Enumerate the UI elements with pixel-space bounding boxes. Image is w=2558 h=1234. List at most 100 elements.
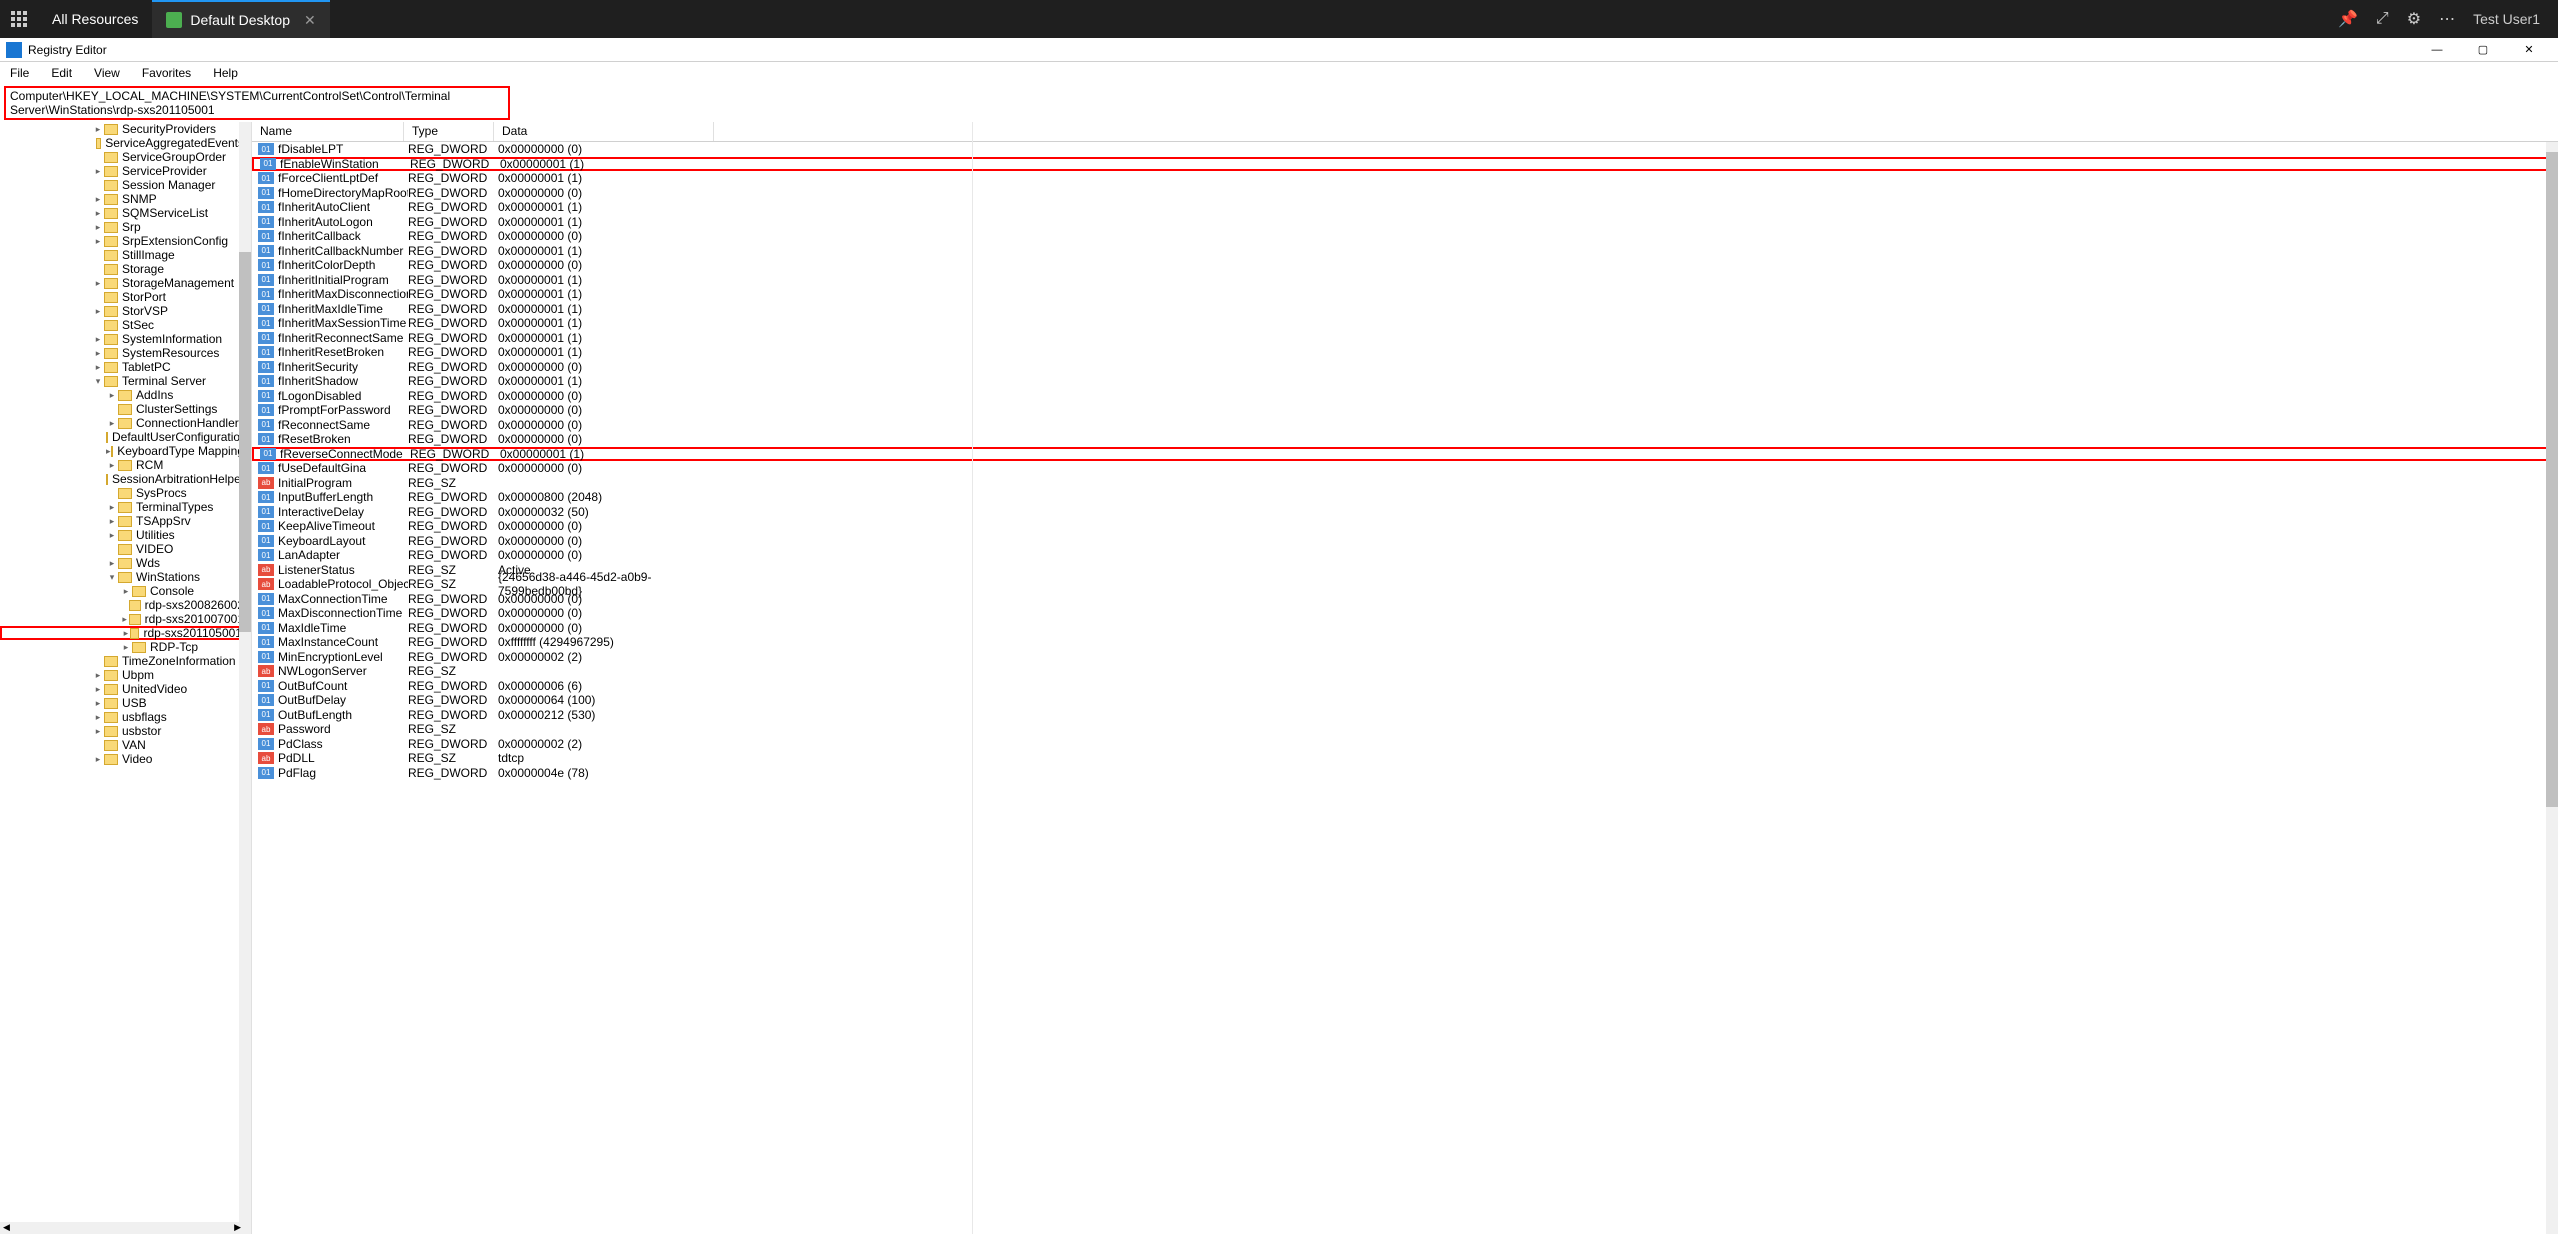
value-row[interactable]: 01OutBufLengthREG_DWORD0x00000212 (530) [252,708,2558,723]
tree-item[interactable]: ▸Ubpm [0,668,244,682]
value-row[interactable]: 01fResetBrokenREG_DWORD0x00000000 (0) [252,432,2558,447]
value-row[interactable]: 01fInheritReconnectSameREG_DWORD0x000000… [252,331,2558,346]
value-row[interactable]: 01PdFlagREG_DWORD0x0000004e (78) [252,766,2558,781]
gear-icon[interactable]: ⚙ [2407,9,2421,29]
value-row[interactable]: 01fPromptForPasswordREG_DWORD0x00000000 … [252,403,2558,418]
chevron-right-icon[interactable]: ▸ [106,502,118,513]
value-row[interactable]: 01fDisableLPTREG_DWORD0x00000000 (0) [252,142,2558,157]
tree-item[interactable]: ▸ConnectionHandler [0,416,244,430]
value-row[interactable]: 01fUseDefaultGinaREG_DWORD0x00000000 (0) [252,461,2558,476]
tree-item[interactable]: ▾WinStations [0,570,244,584]
tree-item[interactable]: ▸Video [0,752,244,766]
tab-default-desktop[interactable]: Default Desktop ✕ [152,0,329,38]
value-row[interactable]: 01fInheritAutoLogonREG_DWORD0x00000001 (… [252,215,2558,230]
tree-item[interactable]: SessionArbitrationHelper [0,472,244,486]
tree-item[interactable]: ▸SystemResources [0,346,244,360]
value-row[interactable]: 01fHomeDirectoryMapRootREG_DWORD0x000000… [252,186,2558,201]
values-list[interactable]: 01fDisableLPTREG_DWORD0x00000000 (0)01fE… [252,142,2558,1234]
value-row[interactable]: 01KeyboardLayoutREG_DWORD0x00000000 (0) [252,534,2558,549]
value-row[interactable]: 01KeepAliveTimeoutREG_DWORD0x00000000 (0… [252,519,2558,534]
menu-file[interactable]: File [6,64,33,82]
tree-item[interactable]: Storage [0,262,244,276]
value-row[interactable]: 01PdClassREG_DWORD0x00000002 (2) [252,737,2558,752]
chevron-down-icon[interactable]: ▾ [106,572,118,583]
menu-view[interactable]: View [90,64,124,82]
all-resources-button[interactable]: All Resources [38,0,152,38]
tree-item[interactable]: Session Manager [0,178,244,192]
chevron-right-icon[interactable]: ▸ [92,194,104,205]
tree-item[interactable]: ▸TabletPC [0,360,244,374]
chevron-right-icon[interactable]: ▸ [92,334,104,345]
tree-item[interactable]: ▸TSAppSrv [0,514,244,528]
tree-item[interactable]: ▾Terminal Server [0,374,244,388]
tree-item[interactable]: ▸usbstor [0,724,244,738]
expand-icon[interactable]: ⤢ [2376,10,2389,28]
value-row[interactable]: 01MaxConnectionTimeREG_DWORD0x00000000 (… [252,592,2558,607]
value-row[interactable]: 01fInheritResetBrokenREG_DWORD0x00000001… [252,345,2558,360]
tree-item[interactable]: ▸rdp-sxs201007001 [0,612,244,626]
value-row[interactable]: 01fInheritInitialProgramREG_DWORD0x00000… [252,273,2558,288]
value-row[interactable]: 01fInheritColorDepthREG_DWORD0x00000000 … [252,258,2558,273]
close-icon[interactable]: ✕ [304,12,316,29]
chevron-right-icon[interactable]: ▸ [92,754,104,765]
tree-item[interactable]: ▸TerminalTypes [0,500,244,514]
value-row[interactable]: 01MaxIdleTimeREG_DWORD0x00000000 (0) [252,621,2558,636]
more-icon[interactable]: ⋯ [2439,9,2455,29]
tree-horizontal-scrollbar[interactable]: ◀ ▶ [0,1222,244,1234]
tree-item[interactable]: ▸SystemInformation [0,332,244,346]
value-row[interactable]: 01fInheritMaxIdleTimeREG_DWORD0x00000001… [252,302,2558,317]
chevron-right-icon[interactable]: ▸ [92,236,104,247]
chevron-right-icon[interactable]: ▸ [92,222,104,233]
value-row[interactable]: 01fInheritCallbackNumberREG_DWORD0x00000… [252,244,2558,259]
value-row[interactable]: 01fInheritCallbackREG_DWORD0x00000000 (0… [252,229,2558,244]
chevron-right-icon[interactable]: ▸ [120,614,129,625]
minimize-button[interactable]: — [2414,38,2460,62]
tree-item[interactable]: ▸SQMServiceList [0,206,244,220]
value-row[interactable]: abPasswordREG_SZ [252,722,2558,737]
chevron-right-icon[interactable]: ▸ [92,698,104,709]
values-vertical-scrollbar[interactable] [2546,142,2558,1234]
user-label[interactable]: Test User1 [2473,11,2540,27]
chevron-right-icon[interactable]: ▸ [92,362,104,373]
value-row[interactable]: 01MaxDisconnectionTimeREG_DWORD0x0000000… [252,606,2558,621]
value-row[interactable]: abNWLogonServerREG_SZ [252,664,2558,679]
value-row[interactable]: 01fInheritMaxSessionTimeREG_DWORD0x00000… [252,316,2558,331]
tree-item[interactable]: ServiceAggregatedEvents [0,136,244,150]
chevron-right-icon[interactable]: ▸ [106,390,118,401]
address-path[interactable]: Computer\HKEY_LOCAL_MACHINE\SYSTEM\Curre… [4,86,510,120]
tree-item[interactable]: ▸UnitedVideo [0,682,244,696]
column-name[interactable]: Name [252,122,404,141]
maximize-button[interactable]: ▢ [2460,38,2506,62]
menu-help[interactable]: Help [209,64,242,82]
column-data[interactable]: Data [494,122,714,141]
value-row[interactable]: abLoadableProtocol_ObjectREG_SZ{24656d38… [252,577,2558,592]
tree-item[interactable]: ▸USB [0,696,244,710]
tree-item[interactable]: ▸Utilities [0,528,244,542]
tree-item[interactable]: ▸Srp [0,220,244,234]
tree-item[interactable]: StSec [0,318,244,332]
tree-item[interactable]: rdp-sxs200826002 [0,598,244,612]
chevron-right-icon[interactable]: ▸ [92,684,104,695]
chevron-right-icon[interactable]: ▸ [106,530,118,541]
tree-item[interactable]: ▸rdp-sxs201105001 [0,626,244,640]
chevron-right-icon[interactable]: ▸ [92,166,104,177]
value-row[interactable]: 01InteractiveDelayREG_DWORD0x00000032 (5… [252,505,2558,520]
value-row[interactable]: 01fReconnectSameREG_DWORD0x00000000 (0) [252,418,2558,433]
tree-item[interactable]: DefaultUserConfiguration [0,430,244,444]
chevron-right-icon[interactable]: ▸ [92,670,104,681]
tree-item[interactable]: ▸SrpExtensionConfig [0,234,244,248]
tree-item[interactable]: ▸ServiceProvider [0,164,244,178]
value-row[interactable]: 01fInheritMaxDisconnectionTimeREG_DWORD0… [252,287,2558,302]
pin-icon[interactable]: 📌 [2338,9,2358,29]
value-row[interactable]: 01LanAdapterREG_DWORD0x00000000 (0) [252,548,2558,563]
chevron-right-icon[interactable]: ▸ [120,586,132,597]
close-button[interactable]: ✕ [2506,38,2552,62]
column-type[interactable]: Type [404,122,494,141]
chevron-right-icon[interactable]: ▸ [120,642,132,653]
chevron-right-icon[interactable]: ▸ [92,124,104,135]
value-row[interactable]: 01MaxInstanceCountREG_DWORD0xffffffff (4… [252,635,2558,650]
tree-item[interactable]: ClusterSettings [0,402,244,416]
value-row[interactable]: 01OutBufCountREG_DWORD0x00000006 (6) [252,679,2558,694]
menu-favorites[interactable]: Favorites [138,64,195,82]
value-row[interactable]: 01InputBufferLengthREG_DWORD0x00000800 (… [252,490,2558,505]
